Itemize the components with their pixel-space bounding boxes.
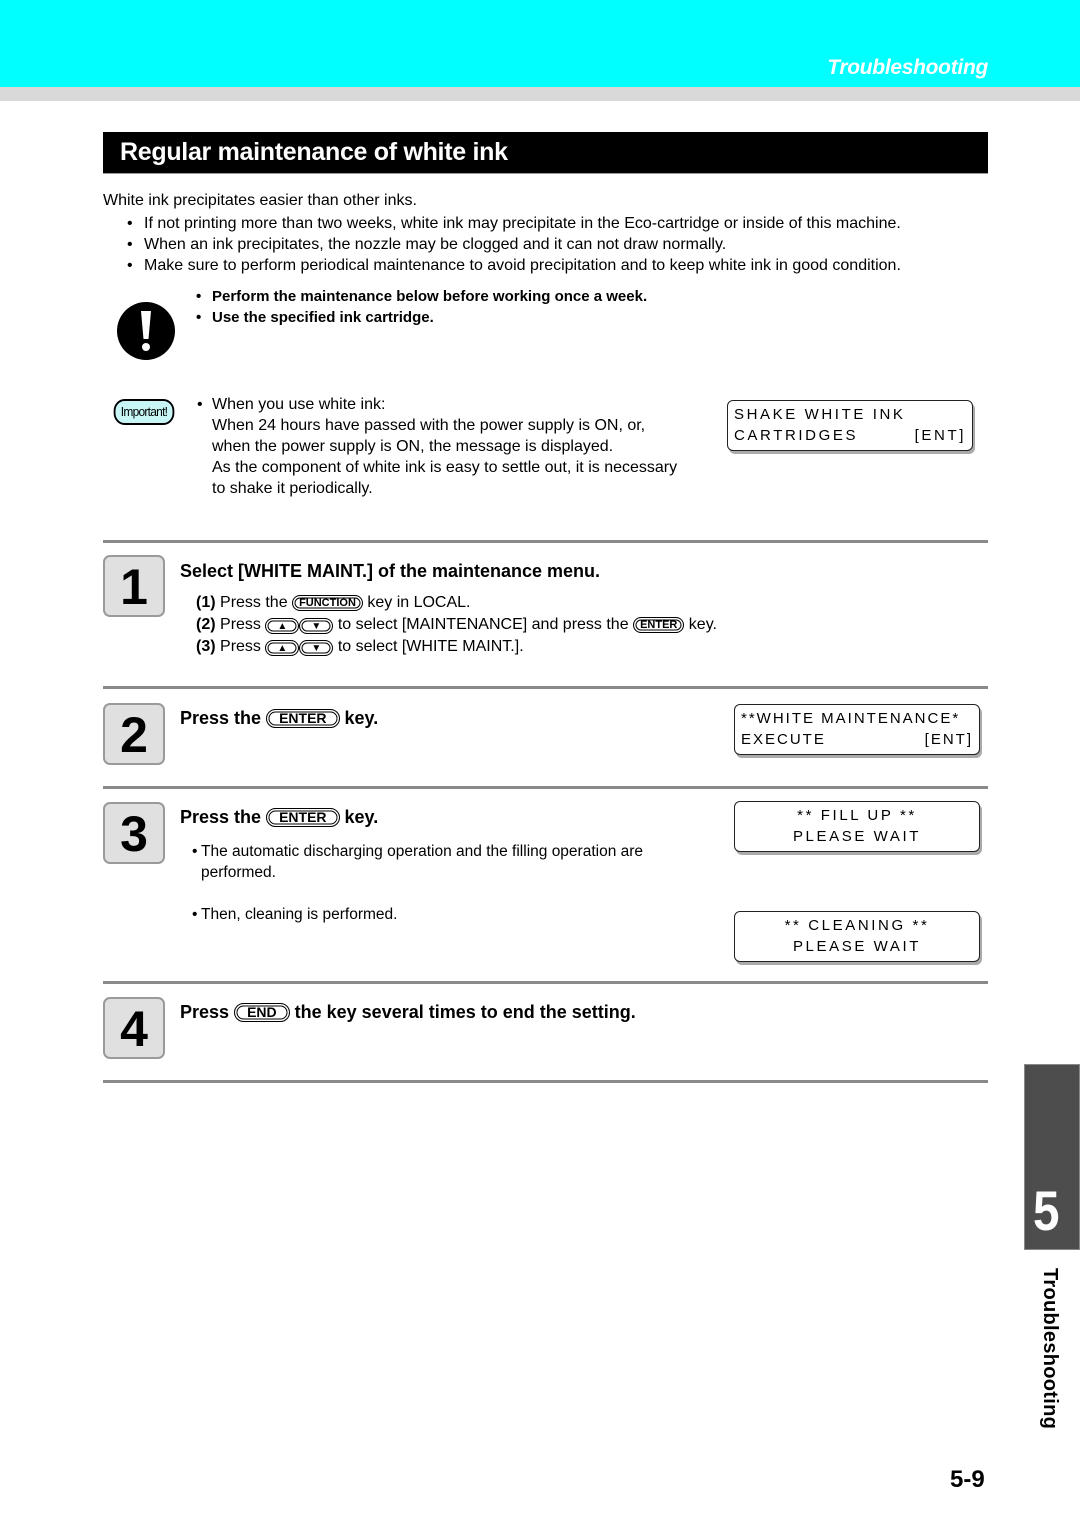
step-title-text: key.	[344, 708, 379, 728]
enter-key[interactable]: ENTER	[266, 709, 340, 728]
lcd-line2-left: EXECUTE	[741, 731, 826, 748]
lcd-line2: PLEASE WAIT	[792, 938, 922, 955]
important-badge: Important!	[113, 399, 175, 425]
lcd-shake-white-ink: SHAKE WHITE INK CARTRIDGES [ENT]	[727, 400, 973, 451]
step-number-1: 1	[103, 555, 165, 617]
step-3-bullet: The automatic discharging operation and …	[192, 841, 712, 883]
step-divider	[103, 540, 988, 543]
step-title-text: Press	[180, 1002, 230, 1022]
up-arrow-key[interactable]: ▲	[265, 618, 300, 634]
lcd-line1: ** CLEANING **	[784, 917, 930, 934]
step-number-2: 2	[103, 703, 165, 765]
important-first-line: When you use white ink:	[197, 394, 717, 415]
enter-key[interactable]: ENTER	[633, 617, 685, 633]
lcd-line2-left: CARTRIDGES	[734, 427, 859, 444]
header-divider	[0, 87, 1080, 101]
substep-text: to select [WHITE MAINT.].	[337, 638, 524, 655]
substep-text: Press	[220, 638, 261, 655]
substep-number: (2)	[196, 616, 216, 633]
down-arrow-key[interactable]: ▼	[299, 640, 334, 656]
down-arrow-key[interactable]: ▼	[299, 618, 334, 634]
important-line: to shake it periodically.	[212, 480, 373, 497]
lcd-white-maintenance: **WHITE MAINTENANCE* EXECUTE [ENT]	[734, 704, 980, 755]
substep-text: Press	[220, 616, 261, 633]
substep-number: (1)	[196, 594, 216, 611]
step-divider	[103, 1080, 988, 1083]
important-line: When 24 hours have passed with the power…	[212, 417, 646, 434]
chapter-number: 5	[1033, 1179, 1060, 1242]
step-divider	[103, 686, 988, 689]
exclamation-circle-icon	[117, 302, 175, 360]
step-3-bullet: Then, cleaning is performed.	[192, 904, 397, 925]
important-line: when the power supply is ON, the message…	[212, 438, 614, 455]
substep-number: (3)	[196, 638, 216, 655]
step-title-text: key.	[344, 807, 379, 827]
step-divider	[103, 786, 988, 789]
important-text: When you use white ink: When 24 hours ha…	[197, 394, 717, 499]
step-title-text: Press the	[180, 807, 262, 827]
step-title-text: Press the	[180, 708, 262, 728]
step-3-title: Press the ENTER key.	[180, 807, 378, 828]
step-bullet-text: The automatic discharging operation and …	[192, 841, 712, 883]
lcd-fill-up: ** FILL UP ** PLEASE WAIT	[734, 801, 980, 852]
lcd-line1: SHAKE WHITE INK	[734, 406, 906, 423]
important-line: As the component of white ink is easy to…	[212, 459, 678, 476]
section-title-bar: Regular maintenance of white ink	[103, 132, 988, 174]
lcd-cleaning: ** CLEANING ** PLEASE WAIT	[734, 911, 980, 962]
end-key[interactable]: END	[234, 1003, 290, 1022]
caution-list: Perform the maintenance below before wor…	[196, 286, 647, 328]
step-number-4: 4	[103, 997, 165, 1059]
caution-item: Use the specified ink cartridge.	[196, 307, 647, 328]
step-1-substep-3: (3) Press ▲ ▼ to select [WHITE MAINT.].	[196, 636, 524, 657]
lcd-line2-right: [ENT]	[924, 731, 973, 748]
intro-bullet: If not printing more than two weeks, whi…	[127, 213, 901, 234]
step-1-title: Select [WHITE MAINT.] of the maintenance…	[180, 561, 601, 581]
enter-key[interactable]: ENTER	[266, 808, 340, 827]
intro-bullets: If not printing more than two weeks, whi…	[127, 213, 901, 276]
caution-item: Perform the maintenance below before wor…	[196, 286, 647, 307]
substep-text: to select [MAINTENANCE] and press the	[337, 616, 629, 633]
chapter-title: Troubleshooting	[827, 56, 988, 79]
intro-lead: White ink precipitates easier than other…	[103, 192, 417, 209]
lcd-line2-right: [ENT]	[914, 427, 966, 444]
up-arrow-key[interactable]: ▲	[265, 640, 300, 656]
step-1-substep-2: (2) Press ▲ ▼ to select [MAINTENANCE] and…	[196, 614, 717, 635]
substep-text: key.	[688, 616, 717, 633]
substep-text: Press the	[220, 594, 288, 611]
intro-bullet: When an ink precipitates, the nozzle may…	[127, 234, 901, 255]
step-4-title: Press END the key several times to end t…	[180, 1002, 636, 1023]
chapter-side-tab: 5	[1024, 1064, 1080, 1250]
lcd-line1: **WHITE MAINTENANCE*	[741, 710, 961, 727]
function-key[interactable]: FUNCTION	[292, 595, 363, 611]
substep-text: key in LOCAL.	[367, 594, 471, 611]
step-title-text: the key several times to end the setting…	[294, 1002, 636, 1022]
lcd-line1: ** FILL UP **	[797, 807, 917, 824]
step-bullet-text: Then, cleaning is performed.	[192, 904, 397, 925]
step-divider	[103, 981, 988, 984]
page-number: 5-9	[950, 1466, 985, 1493]
step-number-3: 3	[103, 802, 165, 864]
step-1-substep-1: (1) Press the FUNCTION key in LOCAL.	[196, 592, 471, 613]
step-2-title: Press the ENTER key.	[180, 708, 378, 729]
lcd-line2: PLEASE WAIT	[792, 828, 922, 845]
intro-bullet: Make sure to perform periodical maintena…	[127, 255, 901, 276]
section-title: Regular maintenance of white ink	[120, 138, 508, 166]
chapter-side-label: Troubleshooting	[1039, 1268, 1061, 1430]
